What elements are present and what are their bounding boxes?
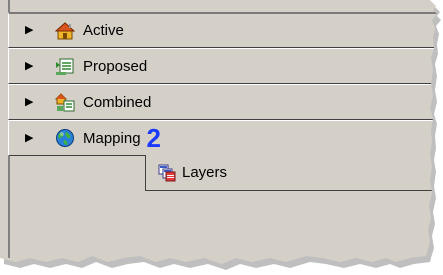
house-icon — [55, 21, 75, 39]
expand-arrow-icon[interactable]: ▶ — [25, 96, 41, 108]
expand-arrow-icon[interactable]: ▶ — [25, 25, 41, 36]
proposed-icon — [56, 58, 74, 75]
annotation-number: 2 — [146, 123, 162, 153]
screenshot-stage: ▶ Active ▶ Proposed ▶ Combined ▶ Mapping… — [0, 0, 443, 275]
expand-arrow-icon[interactable]: ▶ — [25, 60, 41, 72]
globe-icon — [56, 129, 74, 147]
tree-item-label: Mapping — [83, 129, 141, 147]
tree-item-label: Layers — [182, 164, 228, 181]
tree-item-combined[interactable]: ▶ Combined — [8, 84, 437, 120]
tree-item-label: Combined — [83, 93, 152, 111]
combined-icon — [55, 93, 75, 112]
tree-panel: ▶ Active ▶ Proposed ▶ Combined ▶ Mapping… — [0, 0, 437, 264]
tree-item-layers[interactable]: Layers — [145, 155, 437, 191]
layers-icon — [158, 164, 176, 181]
tree-item-label: Proposed — [83, 57, 148, 75]
tree-item-proposed[interactable]: ▶ Proposed — [8, 48, 437, 84]
expand-arrow-icon[interactable]: ▶ — [25, 132, 41, 144]
tree-item-active[interactable]: ▶ Active — [8, 12, 437, 48]
tree-item-label: Active — [83, 22, 124, 39]
tree-item-mapping[interactable]: ▶ Mapping 2 — [8, 120, 437, 156]
